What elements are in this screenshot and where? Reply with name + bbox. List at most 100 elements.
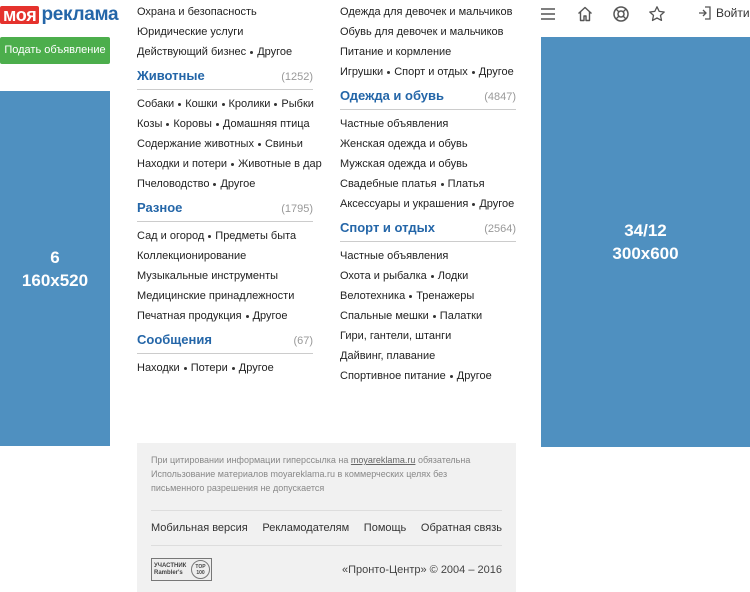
category-header: Животные (1252) [137,62,313,90]
subcategory-link[interactable]: Другое [479,66,514,78]
subcategory-row: Пчеловодство Другое [137,174,313,194]
subcategory-link[interactable]: Платья [448,178,485,190]
subcategory-row: Музыкальные инструменты [137,266,313,286]
site-logo[interactable]: моя реклама [0,4,119,26]
rambler-top100-badge[interactable]: УЧАСТНИК Rambler's TOP 100 [151,558,212,581]
subcategory-row: Спортивное питание Другое [340,366,516,386]
footer-link-feedback[interactable]: Обратная связь [421,522,502,534]
subcategory-link[interactable]: Спортивное питание [340,370,446,382]
subcategory-link[interactable]: Спорт и отдых [394,66,468,78]
help-icon[interactable] [612,5,630,23]
subcategory-link[interactable]: Предметы быта [215,230,296,242]
login-label: Войти [716,6,750,20]
subcategory-link[interactable]: Мужская одежда и обувь [340,158,468,170]
subcategory-link[interactable]: Находки и потери [137,158,227,170]
subcategory-link[interactable]: Рыбки [281,98,314,110]
home-icon[interactable] [576,5,594,23]
category-count: (2564) [484,223,516,235]
category-header: Одежда и обувь (4847) [340,82,516,110]
footer-link-help[interactable]: Помощь [364,522,407,534]
category-column-right: Одежда для девочек и мальчиков Обувь для … [340,2,516,386]
star-icon[interactable] [648,5,666,23]
subcategory-row: Печатная продукция Другое [137,306,313,326]
subcategory-link[interactable]: Частные объявления [340,118,448,130]
category-count: (67) [293,335,313,347]
subcategory-link[interactable]: Другое [253,310,288,322]
separator-dot [221,102,225,106]
subcategory-link[interactable]: Палатки [440,310,482,322]
footer-link-advertisers[interactable]: Рекламодателям [262,522,349,534]
subcategory-link[interactable]: Домашняя птица [223,118,310,130]
subcategory-link[interactable]: Частные объявления [340,250,448,262]
subcategory-link[interactable]: Дайвинг, плавание [340,350,435,362]
subcategory-link[interactable]: Другое [220,178,255,190]
left-banner-line1: 6 [50,247,60,267]
subcategory-link[interactable]: Игрушки [340,66,383,78]
subcategory-link[interactable]: Находки [137,362,180,374]
subcategory-link[interactable]: Коллекционирование [137,250,246,262]
subcategory-row: Гири, гантели, штанги [340,326,516,346]
subcategory-link[interactable]: Печатная продукция [137,310,242,322]
category-title[interactable]: Одежда и обувь [340,88,444,103]
subcategory-link[interactable]: Аксессуары и украшения [340,198,468,210]
category-count: (1252) [281,71,313,83]
logo-part-moya: моя [0,6,40,24]
post-ad-button[interactable]: Подать объявление [0,37,110,64]
subcategory-link[interactable]: Сад и огород [137,230,204,242]
subcategory-link[interactable]: Действующий бизнес [137,46,246,58]
separator-dot [409,294,413,298]
subcategory-link[interactable]: Гири, гантели, штанги [340,330,451,342]
subcategory-link[interactable]: Тренажеры [416,290,474,302]
subcategory-row: Женская одежда и обувь [340,134,516,154]
subcategory-link[interactable]: Собаки [137,98,174,110]
subcategory-link[interactable]: Свадебные платья [340,178,437,190]
subcategory-link[interactable]: Женская одежда и обувь [340,138,468,150]
subcategory-link[interactable]: Кошки [185,98,217,110]
subcategory-row: Обувь для девочек и мальчиков [340,22,516,42]
subcategory-link[interactable]: Другое [479,198,514,210]
category-title[interactable]: Сообщения [137,332,212,347]
subcategory-link[interactable]: Медицинские принадлежности [137,290,294,302]
category-title[interactable]: Разное [137,200,182,215]
subcategory-link[interactable]: Коровы [173,118,212,130]
subcategory-link[interactable]: Другое [239,362,274,374]
footer-site-link[interactable]: moyareklama.ru [351,455,416,465]
separator-dot [213,182,217,186]
subcategory-link[interactable]: Охрана и безопасность [137,6,257,18]
subcategory-row: Коллекционирование [137,246,313,266]
menu-icon[interactable] [539,5,557,23]
login-link[interactable]: Войти [698,5,750,21]
subcategory-link[interactable]: Пчеловодство [137,178,209,190]
subcategory-link[interactable]: Одежда для девочек и мальчиков [340,6,512,18]
subcategory-link[interactable]: Другое [257,46,292,58]
category-title[interactable]: Животные [137,68,205,83]
subcategory-link[interactable]: Животные в дар [238,158,322,170]
footer-link-mobile[interactable]: Мобильная версия [151,522,248,534]
subcategory-link[interactable]: Кролики [229,98,271,110]
subcategory-row: Содержание животных Свиньи [137,134,313,154]
subcategory-link[interactable]: Потери [191,362,228,374]
subcategory-link[interactable]: Лодки [438,270,468,282]
subcategory-link[interactable]: Спальные мешки [340,310,429,322]
category-title[interactable]: Спорт и отдых [340,220,435,235]
separator-dot [274,102,278,106]
subcategory-link[interactable]: Другое [457,370,492,382]
subcategory-link[interactable]: Юридические услуги [137,26,243,38]
footer-note-prefix: При цитировании информации гиперссылка н… [151,455,351,465]
subcategory-link[interactable]: Велотехника [340,290,405,302]
subcategory-link[interactable]: Питание и кормление [340,46,451,58]
subcategory-link[interactable]: Козы [137,118,162,130]
subcategory-link[interactable]: Обувь для девочек и мальчиков [340,26,504,38]
right-ad-banner[interactable]: 34/12 300x600 [541,37,750,447]
left-ad-banner[interactable]: 6 160x520 [0,91,110,446]
separator-dot [215,122,219,126]
subcategory-link[interactable]: Содержание животных [137,138,254,150]
subcategory-row: Свадебные платья Платья [340,174,516,194]
rambler-badge-line2: Rambler's [154,569,183,576]
rambler-badge-line1: УЧАСТНИК [154,562,187,569]
subcategory-link[interactable]: Музыкальные инструменты [137,270,278,282]
separator-dot [178,102,182,106]
subcategory-link[interactable]: Охота и рыбалка [340,270,427,282]
subcategory-link[interactable]: Свиньи [265,138,303,150]
separator-dot [257,142,261,146]
